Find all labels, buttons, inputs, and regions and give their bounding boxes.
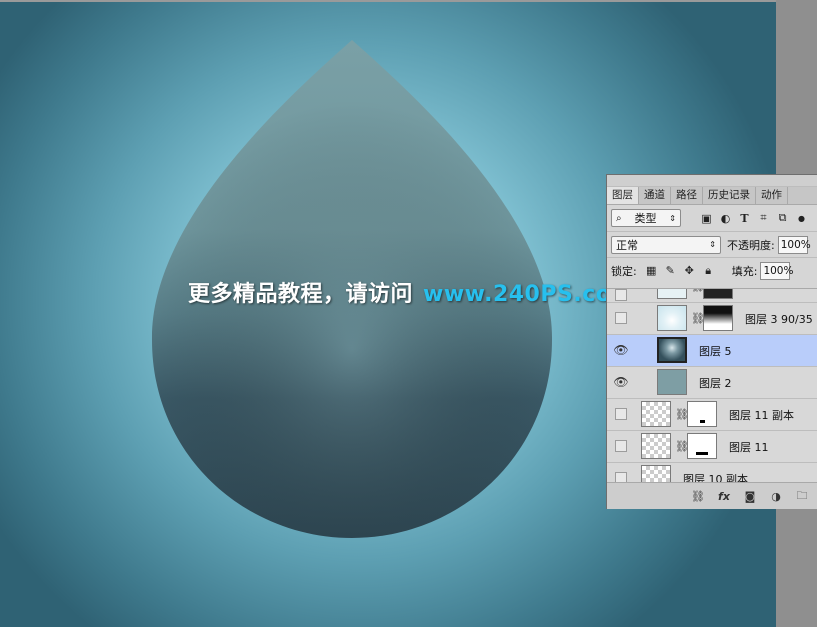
tab-history[interactable]: 历史记录 <box>703 187 756 204</box>
panel-tabs: 图层 通道 路径 历史记录 动作 <box>607 187 817 205</box>
panel-title-bar[interactable] <box>607 175 817 187</box>
tab-channels[interactable]: 通道 <box>639 187 671 204</box>
adjustment-layer-icon[interactable]: ◑ <box>766 488 786 504</box>
tab-layers[interactable]: 图层 <box>607 187 639 204</box>
watermark: 更多精品教程，请访问 www.240PS.com <box>188 276 635 307</box>
layer-mask-thumbnail <box>703 305 733 331</box>
layer-row[interactable]: 图层 10 副本 <box>607 463 817 483</box>
lock-row: 锁定: ▦ ✎ ✥ 🔒︎ 填充: 100% <box>607 257 817 283</box>
text-filter-icon[interactable]: T <box>737 211 752 226</box>
layer-thumbnail <box>657 337 687 363</box>
layer-thumbnail <box>657 289 687 299</box>
blend-row: 正常 ⇕ 不透明度: 100% <box>607 231 817 257</box>
lock-position-icon[interactable]: ✥ <box>682 263 697 278</box>
blend-mode-value: 正常 <box>616 238 638 252</box>
panel-footer: ⛓ fx ◙ ◑ 🗀 <box>607 482 817 509</box>
search-icon: ⌕ <box>616 212 622 224</box>
visibility-toggle[interactable] <box>615 408 627 420</box>
layer-filter-select[interactable]: ⌕ 类型 ⇕ <box>611 209 681 227</box>
layer-row-selected[interactable]: 👁︎ 图层 5 <box>607 335 817 367</box>
layer-thumbnail <box>641 465 671 483</box>
watermark-url: www.240PS.com <box>423 282 635 307</box>
blend-mode-select[interactable]: 正常 ⇕ <box>611 235 721 254</box>
fill-label: 填充: <box>731 264 758 278</box>
link-layers-icon[interactable]: ⛓ <box>688 488 708 504</box>
tab-actions[interactable]: 动作 <box>756 187 788 204</box>
updown-icon: ⇕ <box>669 213 676 223</box>
adjustment-filter-icon[interactable]: ◐ <box>718 211 733 226</box>
folder-icon[interactable]: 🗀 <box>792 488 812 504</box>
layer-thumbnail <box>641 401 671 427</box>
layer-name: 图层 5 <box>699 345 732 358</box>
layer-thumbnail <box>657 305 687 331</box>
layer-row[interactable]: ⛓ 图层 11 <box>607 431 817 463</box>
layer-name: 图层 2 <box>699 377 732 390</box>
lock-label: 锁定: <box>611 264 637 278</box>
smart-object-filter-icon[interactable]: ⧉ <box>775 211 790 226</box>
layer-mask-thumbnail <box>687 433 717 459</box>
layer-row[interactable]: 👁︎ 图层 2 <box>607 367 817 399</box>
filter-row: ⌕ 类型 ⇕ ▣ ◐ T ⌗ ⧉ ● <box>607 205 817 231</box>
filter-label: 类型 <box>634 212 657 225</box>
canvas-top-edge <box>0 0 776 2</box>
layer-row[interactable]: ⛓ 图层 3 90/35 <box>607 303 817 335</box>
filter-toggle-icon[interactable]: ● <box>794 211 809 226</box>
layer-mask-thumbnail <box>687 401 717 427</box>
layer-name: 图层 3 90/35 <box>745 313 813 326</box>
eye-icon[interactable]: 👁︎ <box>613 375 628 389</box>
layer-thumbnail <box>657 369 687 395</box>
visibility-toggle[interactable] <box>615 440 627 452</box>
lock-transparent-icon[interactable]: ▦ <box>644 263 659 278</box>
visibility-toggle[interactable] <box>615 312 627 324</box>
lock-image-icon[interactable]: ✎ <box>663 263 678 278</box>
layer-thumbnail <box>641 433 671 459</box>
add-mask-icon[interactable]: ◙ <box>740 488 760 504</box>
lock-all-icon[interactable]: 🔒︎ <box>701 263 716 278</box>
fx-icon[interactable]: fx <box>714 488 734 504</box>
layer-row[interactable]: ⛓ 图层 11 副本 <box>607 399 817 431</box>
eye-icon[interactable]: 👁︎ <box>613 343 628 357</box>
layer-mask-thumbnail <box>703 289 733 299</box>
layer-name: 图层 11 副本 <box>729 409 794 422</box>
image-filter-icon[interactable]: ▣ <box>699 211 714 226</box>
layers-panel: 图层 通道 路径 历史记录 动作 ⌕ 类型 ⇕ ▣ ◐ T ⌗ ⧉ ● 正常 ⇕… <box>606 174 817 509</box>
layers-list: ⛓ ⛓ 图层 3 90/35 👁︎ 图层 5 👁︎ 图层 2 ⛓ 图层 <box>607 288 817 483</box>
visibility-toggle[interactable] <box>615 289 627 301</box>
updown-icon: ⇕ <box>709 240 716 249</box>
fill-input[interactable]: 100% <box>760 261 793 280</box>
opacity-label: 不透明度: <box>727 238 775 252</box>
layer-row[interactable]: ⛓ <box>607 289 817 303</box>
opacity-input[interactable]: 100% <box>777 235 811 254</box>
layer-name: 图层 11 <box>729 441 769 454</box>
watermark-text: 更多精品教程，请访问 <box>188 282 414 307</box>
shape-filter-icon[interactable]: ⌗ <box>756 211 771 226</box>
tab-paths[interactable]: 路径 <box>671 187 703 204</box>
